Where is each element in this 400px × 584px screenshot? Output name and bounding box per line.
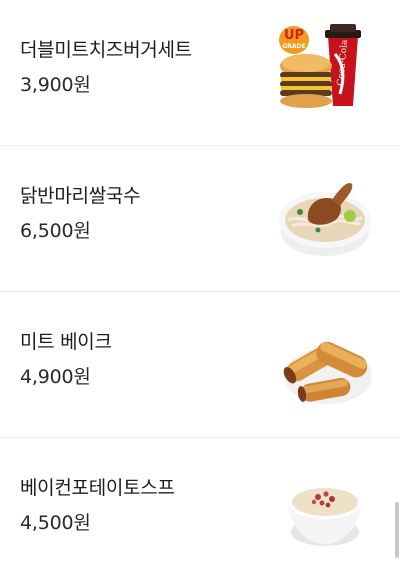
menu-item-price: 4,500원 xyxy=(20,512,91,534)
menu-item[interactable]: 더블미트치즈버거세트 3,900원 Coca-Cola UP GRADE xyxy=(0,0,400,146)
menu-item-price: 3,900원 xyxy=(20,74,91,96)
menu-item[interactable]: 미트 베이크 4,900원 xyxy=(0,292,400,438)
menu-item-name: 더블미트치즈버거세트 xyxy=(20,39,192,61)
chicken-rice-noodle-image xyxy=(279,182,371,256)
menu-item-name: 베이컨포테이토스프 xyxy=(20,477,175,499)
menu-item-price: 4,900원 xyxy=(20,366,91,388)
menu-item[interactable]: 베이컨포테이토스프 4,500원 xyxy=(0,438,400,584)
menu-item-price: 6,500원 xyxy=(20,220,91,242)
burger-set-image: Coca-Cola UP GRADE xyxy=(279,24,361,108)
badge-grade-text: GRADE xyxy=(282,43,305,50)
meat-bake-image xyxy=(283,341,372,404)
menu-item-name: 미트 베이크 xyxy=(20,331,112,353)
menu-item[interactable]: 닭반마리쌀국수 6,500원 xyxy=(0,146,400,292)
menu-item-name: 닭반마리쌀국수 xyxy=(20,185,141,207)
scrollbar[interactable] xyxy=(395,502,399,558)
bacon-potato-soup-image xyxy=(288,485,362,546)
badge-up-text: UP xyxy=(284,28,304,43)
